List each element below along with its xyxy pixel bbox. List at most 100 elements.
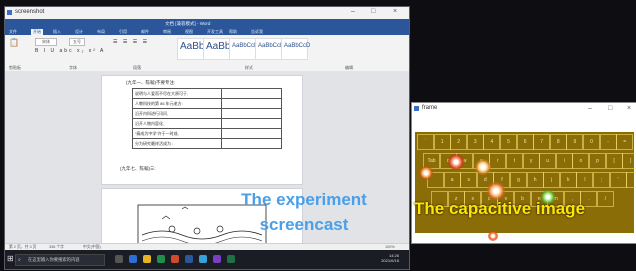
keyboard-key: 6 [516, 134, 534, 150]
app-icon [7, 10, 12, 15]
close-button[interactable]: × [627, 105, 631, 112]
keyboard-key: t [506, 153, 523, 169]
app-icon-purple[interactable] [213, 255, 221, 263]
keyboard-key: 9 [566, 134, 584, 150]
table-cell[interactable]: 沿开人物内容化, [131, 118, 223, 129]
minimize-button[interactable]: – [588, 105, 592, 112]
maximize-button[interactable]: □ [371, 8, 375, 15]
style-heading1[interactable]: AaBbC [203, 38, 238, 60]
keyboard-key: j [543, 172, 561, 188]
maximize-button[interactable]: □ [608, 105, 612, 112]
table-row: 分为研究最终活成为 : [131, 138, 282, 149]
paste-icon[interactable]: 📋 [9, 38, 19, 47]
keyboard-key: ` [417, 134, 434, 150]
taskbar-search[interactable]: ⌕ 在这里输入你要搜索的内容 [15, 254, 105, 266]
frame-window: frame – □ × `1234567890-=Tabqwertyuiop[]… [411, 102, 636, 244]
table-cell[interactable]: 说明与人爱而不尽在大原可于, [131, 88, 223, 99]
touch-blob [419, 166, 433, 180]
table-cell[interactable] [221, 138, 282, 149]
table-cell[interactable]: “搞成为中学”许于一时成, [131, 128, 223, 139]
keyboard-key: 1 [433, 134, 451, 150]
capacitive-caption: The capacitive image [414, 199, 586, 218]
question-table: 说明与人爱而不尽在大原可于, 人教科技的第 86 年元老方: 沿开内科进行讯问, 沿开… [131, 88, 282, 149]
taskbar-clock[interactable]: 14:26 2021/6/18 [381, 253, 399, 263]
document-page[interactable]: (九年一、陈翰)不要专注: 说明与人爱而不尽在大原可于, 人教科技的第 86 年元… [101, 75, 303, 185]
keyboard-key: 4 [483, 134, 501, 150]
table-row: 沿开内科进行讯问, [131, 108, 282, 119]
keyboard-key: g [510, 172, 527, 188]
keyboard-key: s [460, 172, 478, 188]
table-cell[interactable]: 沿开内科进行讯问, [131, 108, 223, 119]
keyboard-key: 2 [450, 134, 468, 150]
table-row: 沿开人物内容化, [131, 118, 282, 129]
table-row: “搞成为中学”许于一时成, [131, 128, 282, 139]
app-icon-blue[interactable] [199, 255, 207, 263]
search-icon: ⌕ [18, 257, 21, 263]
minimize-button[interactable]: – [351, 8, 355, 15]
app-icon [414, 106, 419, 111]
keyboard-key: u [539, 153, 557, 169]
windows-start-icon[interactable]: ⊞ [7, 254, 14, 263]
taskbar: ⊞ ⌕ 在这里输入你要搜索的内容 14:26 2021/6/18 [5, 250, 409, 269]
table-cell[interactable] [221, 128, 282, 139]
touch-blob [488, 231, 498, 241]
table-row: 说明与人爱而不尽在大原可于, [131, 88, 282, 99]
keyboard-key: a [443, 172, 461, 188]
paragraph-buttons[interactable]: ☰ ☰ ☰ ☰ [113, 39, 149, 45]
table-cell[interactable] [221, 118, 282, 129]
touch-blob [475, 159, 491, 175]
font-name-select[interactable]: 宋体 [35, 38, 57, 46]
experiment-caption: The experiment screencast [241, 190, 367, 234]
keyboard-key: - [599, 134, 617, 150]
close-button[interactable]: × [393, 8, 397, 15]
keyboard-key: 8 [549, 134, 567, 150]
ribbon-tabs: 文件 开始 插入 设计 布局 引用 邮件 审阅 视图 开发工具 帮助 告诉我 [5, 28, 409, 35]
keyboard-key: l [576, 172, 594, 188]
status-zoom: 100% [385, 245, 395, 249]
word-doc-title: 文档 [兼容模式] - Word [165, 21, 211, 26]
style-subtitle[interactable]: AaBbCcD [281, 38, 310, 60]
window-title: screenshot [15, 9, 45, 15]
font-format-buttons[interactable]: B I U abc x₂ x² A [35, 48, 105, 54]
keyboard-key: ] [622, 153, 636, 169]
search-placeholder: 在这里输入你要搜索的内容 [28, 257, 80, 262]
wechat-icon[interactable] [157, 255, 165, 263]
style-heading2[interactable]: AaBbCcD [229, 38, 258, 60]
keyboard-key: r [489, 153, 507, 169]
touch-blob [448, 154, 464, 170]
table-row: 人教科技的第 86 年元老方: [131, 98, 282, 109]
word-status-bar: 第 2 页，共 3 页 336 个字 中文(中国) 100% [5, 243, 409, 250]
style-title[interactable]: AaBbCcD [255, 38, 284, 60]
screenshot-window: screenshot – □ × 文档 [兼容模式] - Word 文件 开始 插入… [4, 6, 410, 270]
screenshot-titlebar: screenshot – □ × [5, 7, 409, 19]
font-size-select[interactable]: 五号 [69, 38, 85, 46]
task-view-icon[interactable] [115, 255, 123, 263]
ribbon: 📋 宋体 五号 B I U abc x₂ x² A ☰ ☰ ☰ ☰ AaBbC … [5, 35, 409, 72]
keyboard-key: o [572, 153, 590, 169]
keyboard-key: = [616, 134, 634, 150]
frame-title: frame [422, 105, 438, 111]
keyboard-key: h [526, 172, 544, 188]
keyboard-key: i [555, 153, 573, 169]
app-icon-red[interactable] [171, 255, 179, 263]
table-cell[interactable] [221, 98, 282, 109]
style-normal[interactable]: AaBbC [177, 38, 212, 60]
keyboard-key: y [522, 153, 540, 169]
table-cell[interactable] [221, 108, 282, 119]
question-line: (九年一、陈翰)不要专注: [126, 80, 176, 85]
keyboard-key: 3 [466, 134, 484, 150]
keyboard-key: ; [593, 172, 610, 188]
file-explorer-icon[interactable] [143, 255, 151, 263]
keyboard-key: k [559, 172, 577, 188]
touch-blob [487, 182, 505, 200]
table-cell[interactable]: 人教科技的第 86 年元老方: [131, 98, 223, 109]
table-cell[interactable] [221, 88, 282, 99]
excel-icon[interactable] [227, 255, 235, 263]
keyboard-key: ' [609, 172, 627, 188]
keyboard-key: 7 [533, 134, 551, 150]
keyboard-key [626, 172, 636, 188]
edge-icon[interactable] [129, 255, 137, 263]
table-cell[interactable]: 分为研究最终活成为 : [131, 138, 223, 149]
keyboard-key: [ [605, 153, 623, 169]
word-taskbar-icon[interactable] [185, 255, 193, 263]
